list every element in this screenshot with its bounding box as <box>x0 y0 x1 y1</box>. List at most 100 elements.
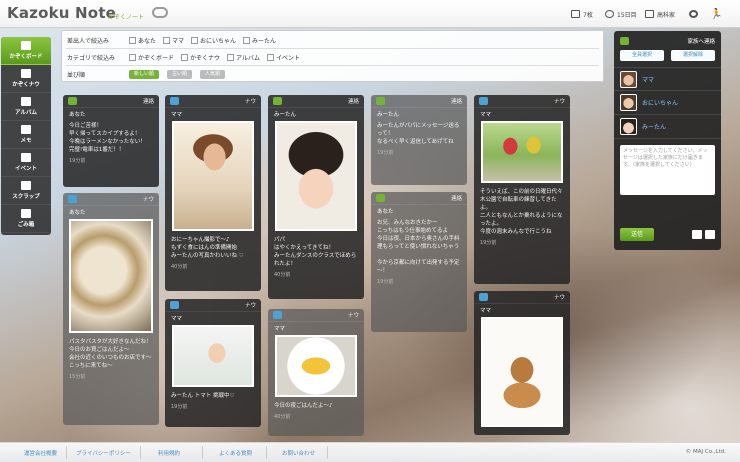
card-tag: 連絡 <box>142 99 154 105</box>
camera-icon <box>170 97 179 105</box>
category-checkbox-event[interactable]: イベント <box>266 53 300 62</box>
puppy-photo[interactable] <box>481 317 563 427</box>
member-brother[interactable]: おにいちゃん <box>614 91 721 115</box>
memo-icon <box>21 125 31 134</box>
post-card[interactable]: 連絡 あなた お兄、みんなおきたかー こっちはもう仕事始めてるよ 今日は夜、日本… <box>371 192 467 332</box>
sidebar-item-label: かぞくボード <box>9 54 43 60</box>
app-logo-subtitle: かぞくノート <box>108 14 145 21</box>
sidebar-item-board[interactable]: かぞくボード <box>1 37 51 65</box>
checkbox-icon <box>227 53 235 61</box>
message-textarea[interactable]: メッセージを入力してください。メッセージは選択した家族にだけ届きます。（家族を選… <box>620 145 715 195</box>
footer-link-terms[interactable]: 利用規約 <box>158 449 180 457</box>
woman-photo[interactable] <box>172 121 254 231</box>
sidebar-item-scrap[interactable]: スクラップ <box>1 177 51 205</box>
member-mitan[interactable]: みーたん <box>614 115 721 139</box>
member-name: おにいちゃん <box>642 100 679 107</box>
photo-count[interactable]: 7枚 <box>571 8 593 20</box>
omurice-photo[interactable] <box>275 335 357 397</box>
sidebar: かぞくボード かぞくナウ アルバム メモ イベント スクラップ ごみ箱 <box>1 37 51 235</box>
deselect-button[interactable]: 選択解除 <box>671 50 715 61</box>
footer-link-faq[interactable]: よくある質問 <box>219 449 252 457</box>
footer-divider <box>66 446 67 459</box>
panel-header: 家族へ連絡 <box>614 31 721 50</box>
pasta-photo[interactable] <box>69 219 153 333</box>
checkbox-icon <box>181 53 189 61</box>
sender-checkbox-mitan[interactable]: みーたん <box>243 36 276 45</box>
chat-icon <box>376 194 385 202</box>
sort-newest-button[interactable]: 新しい順 <box>129 69 160 79</box>
sidebar-item-label: アルバム <box>15 110 37 116</box>
category-filter-label: カテゴリで絞込み <box>67 54 116 62</box>
family-name[interactable]: 高科家 <box>645 8 675 20</box>
post-card[interactable]: ナウ あなた パスタパスタが大好きなんだね！ 今日のお買ごはんだよ～ 会社の近く… <box>63 193 159 425</box>
checkbox-icon <box>129 36 136 44</box>
card-timestamp: 40分前 <box>274 272 291 278</box>
select-all-button[interactable]: 全員選択 <box>620 50 664 61</box>
clock-icon <box>605 10 614 18</box>
card-author: ママ <box>274 326 286 332</box>
trash-icon <box>21 209 31 218</box>
sidebar-item-trash[interactable]: ごみ箱 <box>1 205 51 233</box>
post-card[interactable]: ナウ ママ みーたん トマト 挑戦中♡ 19分前 <box>165 299 261 427</box>
sidebar-item-now[interactable]: かぞくナウ <box>1 65 51 93</box>
card-tag: ナウ <box>553 295 565 301</box>
image-upload-icon[interactable] <box>692 230 702 239</box>
sidebar-item-label: ごみ箱 <box>17 222 35 228</box>
sender-checkbox-you[interactable]: あなた <box>129 36 156 45</box>
card-tag: ナウ <box>553 99 565 105</box>
post-card[interactable]: 連絡 みーたん パパ はやくかえってきてね！ みーたんダンスのクラスでほめられた… <box>268 95 364 299</box>
member-mama[interactable]: ママ <box>614 67 721 91</box>
child-tomato-photo[interactable] <box>172 325 254 387</box>
post-card[interactable]: ナウ ママ <box>474 291 570 435</box>
sidebar-item-album[interactable]: アルバム <box>1 93 51 121</box>
card-header: ナウ <box>474 291 570 304</box>
category-checkbox-board[interactable]: かぞくボード <box>129 53 174 62</box>
select-buttons: 全員選択 選択解除 <box>614 50 721 61</box>
sender-checkbox-brother[interactable]: おにいちゃん <box>191 36 236 45</box>
sidebar-item-label: かぞくナウ <box>12 82 40 88</box>
category-checkbox-album[interactable]: アルバム <box>227 53 260 62</box>
building-icon <box>645 10 654 18</box>
card-header: ナウ <box>268 309 364 322</box>
card-tag: ナウ <box>244 99 256 105</box>
logo-link-icon <box>152 7 168 18</box>
footer-link-privacy[interactable]: プライバシーポリシー <box>76 449 131 457</box>
card-body: パパ はやくかえってきてね！ みーたんダンスのクラスでほめられたよ！ <box>274 237 357 267</box>
checkbox-icon <box>191 36 199 44</box>
checkbox-icon <box>163 36 171 44</box>
send-button[interactable]: 送信 <box>620 228 654 241</box>
card-author: みーたん <box>377 112 400 118</box>
girl-photo[interactable] <box>275 121 357 231</box>
bicycle-kids-photo[interactable] <box>481 121 563 183</box>
sidebar-item-event[interactable]: イベント <box>1 149 51 177</box>
family-message-panel: 家族へ連絡 全員選択 選択解除 ママ おにいちゃん みーたん メッセージを入力し… <box>614 31 721 250</box>
card-header: ナウ <box>474 95 570 108</box>
exit-icon: 🏃 <box>710 8 723 20</box>
sort-oldest-button[interactable]: 古い順 <box>167 69 193 79</box>
sort-popular-button[interactable]: 人気順 <box>200 69 226 79</box>
sidebar-item-memo[interactable]: メモ <box>1 121 51 149</box>
footer-link-contact[interactable]: お問い合わせ <box>282 449 315 457</box>
card-timestamp: 19分前 <box>480 240 497 246</box>
card-timestamp: 19分前 <box>171 404 188 410</box>
post-card[interactable]: ナウ ママ そういえば、この前の日曜日代々木公園で自転車の練習してきたよ。 二人… <box>474 95 570 284</box>
sender-checkbox-mama[interactable]: ママ <box>163 36 184 45</box>
app-logo[interactable]: Kazoku Note <box>7 4 116 22</box>
avatar <box>620 94 637 111</box>
post-card[interactable]: 連絡 あなた 今日ご苦様！ 早く帰ってスカイプするよ！ 今晩はラーメンなかったな… <box>63 95 159 187</box>
card-timestamp: 19分前 <box>69 158 86 164</box>
day-count[interactable]: 15日目 <box>605 8 637 20</box>
card-author: ママ <box>171 112 183 118</box>
card-header: ナウ <box>165 299 261 312</box>
post-card[interactable]: 連絡 みーたん みーたんがパパにメッセージ送るって！ なるべく早く返信してあげて… <box>371 95 467 185</box>
card-tag: ナウ <box>347 313 359 319</box>
chat-icon <box>273 97 282 105</box>
upload-icon[interactable] <box>705 230 715 239</box>
settings-button[interactable] <box>689 8 698 20</box>
logout-button[interactable]: 🏃 <box>710 8 722 20</box>
post-card[interactable]: ナウ ママ おにーちゃん撮影で～♪ もずく食にはんの準備開始 みーたんの写真かわ… <box>165 95 261 291</box>
footer-link-company[interactable]: 運営会社概要 <box>24 449 57 457</box>
footer-divider <box>202 446 203 459</box>
post-card[interactable]: ナウ ママ 今日の夜ごはんだよ～♪ 40分前 <box>268 309 364 436</box>
category-checkbox-now[interactable]: かぞくナウ <box>181 53 220 62</box>
